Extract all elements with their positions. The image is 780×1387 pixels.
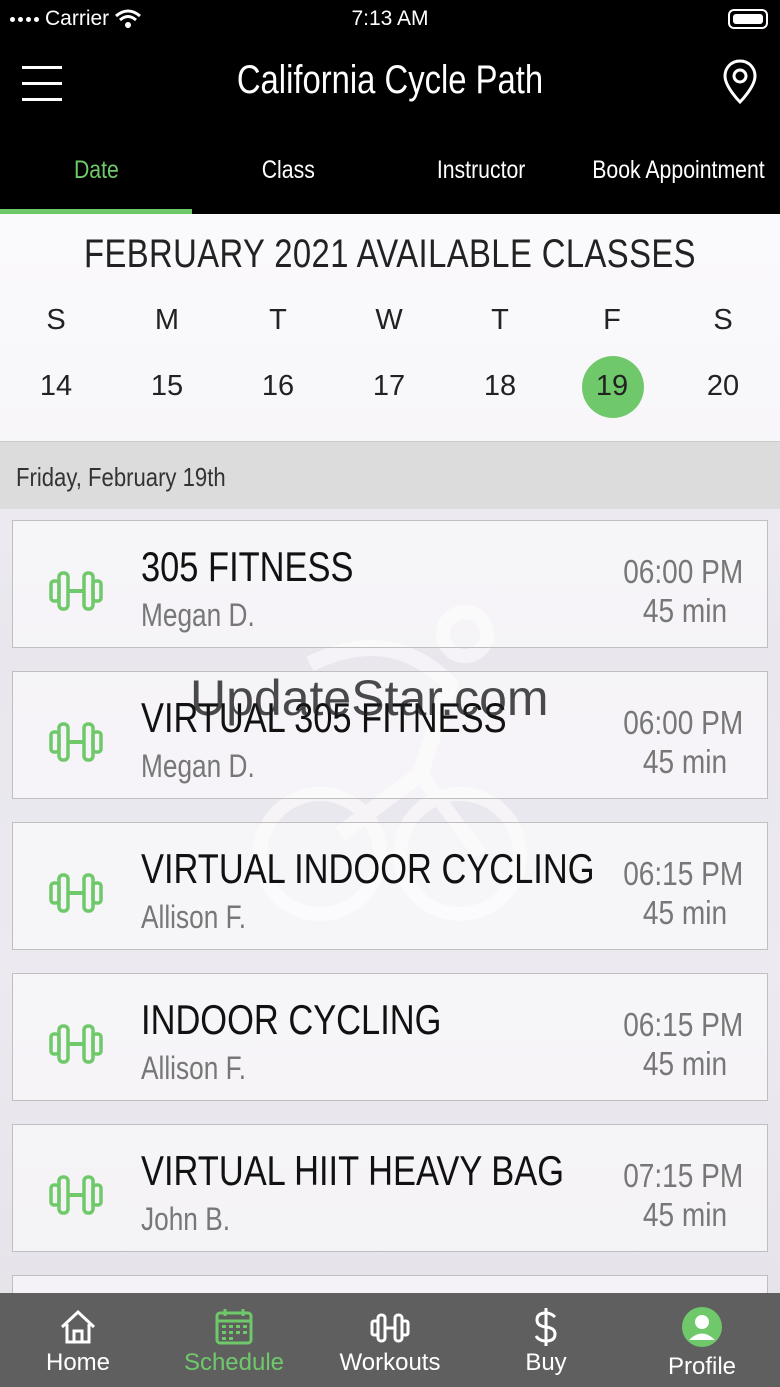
tab-book-appointment[interactable]: Book Appointment [577, 128, 780, 214]
class-time: 07:15 PM [622, 1157, 743, 1194]
tab-class[interactable]: Class [192, 128, 384, 214]
dumbbell-icon [49, 571, 103, 611]
nav-workouts[interactable]: Workouts [312, 1293, 468, 1387]
class-time: 06:00 PM [622, 553, 743, 590]
class-duration: 45 min [642, 1045, 727, 1082]
battery-icon [728, 9, 768, 29]
tab-bar: Date Class Instructor Book Appointment [0, 128, 780, 214]
day-name: M [154, 304, 180, 336]
calendar-day[interactable]: 14 [11, 370, 101, 403]
day-name: S [713, 304, 733, 336]
nav-buy[interactable]: Buy [468, 1293, 624, 1387]
calendar-day[interactable]: 17 [344, 370, 434, 403]
class-time: 06:15 PM [622, 1006, 743, 1043]
day-name: F [603, 304, 621, 336]
class-name: 305 FITNESS [141, 543, 354, 590]
nav-label: Home [45, 1349, 111, 1376]
home-icon [60, 1309, 96, 1344]
tab-instructor[interactable]: Instructor [385, 128, 577, 214]
class-instructor: John B. [141, 1201, 230, 1237]
hamburger-menu-icon[interactable] [22, 64, 62, 104]
calendar-day-selected[interactable]: 19 [567, 370, 657, 403]
class-card[interactable]: 305 FITNESS Megan D. 06:00 PM 45 min [12, 520, 768, 648]
nav-profile[interactable]: Profile [624, 1293, 780, 1387]
class-duration: 45 min [642, 1196, 727, 1233]
status-time: 7:13 AM [351, 7, 429, 30]
class-name: INDOOR CYCLING [141, 996, 442, 1043]
class-instructor: Megan D. [141, 597, 255, 633]
status-bar: Carrier 7:13 AM [0, 0, 780, 40]
dollar-icon [534, 1308, 557, 1346]
class-duration: 45 min [642, 743, 727, 780]
dumbbell-icon [49, 722, 103, 762]
dumbbell-icon [49, 873, 103, 913]
class-duration: 45 min [642, 894, 727, 931]
day-name: W [375, 304, 403, 336]
calendar-day[interactable]: 18 [455, 370, 545, 403]
class-duration: 45 min [642, 592, 727, 629]
nav-label: Workouts [339, 1349, 441, 1376]
selected-date-label: Friday, February 19th [16, 462, 226, 492]
calendar-day[interactable]: 20 [678, 370, 768, 403]
dumbbell-icon [370, 1313, 410, 1343]
calendar-day[interactable]: 16 [233, 370, 323, 403]
class-card[interactable]: VIRTUAL INDOOR CYCLING Allison F. 06:15 … [12, 822, 768, 950]
watermark-text: UpdateStar.com [190, 670, 549, 726]
class-time: 06:15 PM [622, 855, 743, 892]
tab-date[interactable]: Date [0, 128, 193, 214]
nav-label: Profile [667, 1353, 737, 1380]
calendar-title: FEBRUARY 2021 AVAILABLE CLASSES [84, 232, 696, 276]
location-pin-icon[interactable] [722, 58, 758, 106]
schedule-content[interactable]: FEBRUARY 2021 AVAILABLE CLASSES S M T W … [0, 214, 780, 1293]
nav-label: Schedule [183, 1349, 285, 1376]
week-calendar: FEBRUARY 2021 AVAILABLE CLASSES S M T W … [0, 214, 780, 441]
app-header: California Cycle Path [0, 40, 780, 128]
calendar-icon [215, 1309, 253, 1345]
selected-date-header: Friday, February 19th [0, 441, 780, 509]
class-name: VIRTUAL INDOOR CYCLING [141, 845, 595, 892]
class-instructor: Megan D. [141, 748, 255, 784]
page-title: California Cycle Path [236, 58, 544, 102]
class-instructor: Allison F. [141, 1050, 246, 1086]
class-card-partial[interactable] [12, 1275, 768, 1293]
profile-icon [682, 1307, 722, 1347]
class-card[interactable]: VIRTUAL HIIT HEAVY BAG John B. 07:15 PM … [12, 1124, 768, 1252]
class-instructor: Allison F. [141, 899, 246, 935]
bottom-nav: Home Schedule Workouts Buy Profile [0, 1293, 780, 1387]
nav-schedule[interactable]: Schedule [156, 1293, 312, 1387]
day-name: T [269, 304, 287, 336]
dumbbell-icon [49, 1024, 103, 1064]
day-name: S [46, 304, 66, 336]
calendar-day[interactable]: 15 [122, 370, 212, 403]
class-name: VIRTUAL HIIT HEAVY BAG [141, 1147, 564, 1194]
class-card[interactable]: INDOOR CYCLING Allison F. 06:15 PM 45 mi… [12, 973, 768, 1101]
nav-label: Buy [525, 1349, 567, 1376]
class-time: 06:00 PM [622, 704, 743, 741]
dumbbell-icon [49, 1175, 103, 1215]
nav-home[interactable]: Home [0, 1293, 156, 1387]
day-name: T [491, 304, 509, 336]
